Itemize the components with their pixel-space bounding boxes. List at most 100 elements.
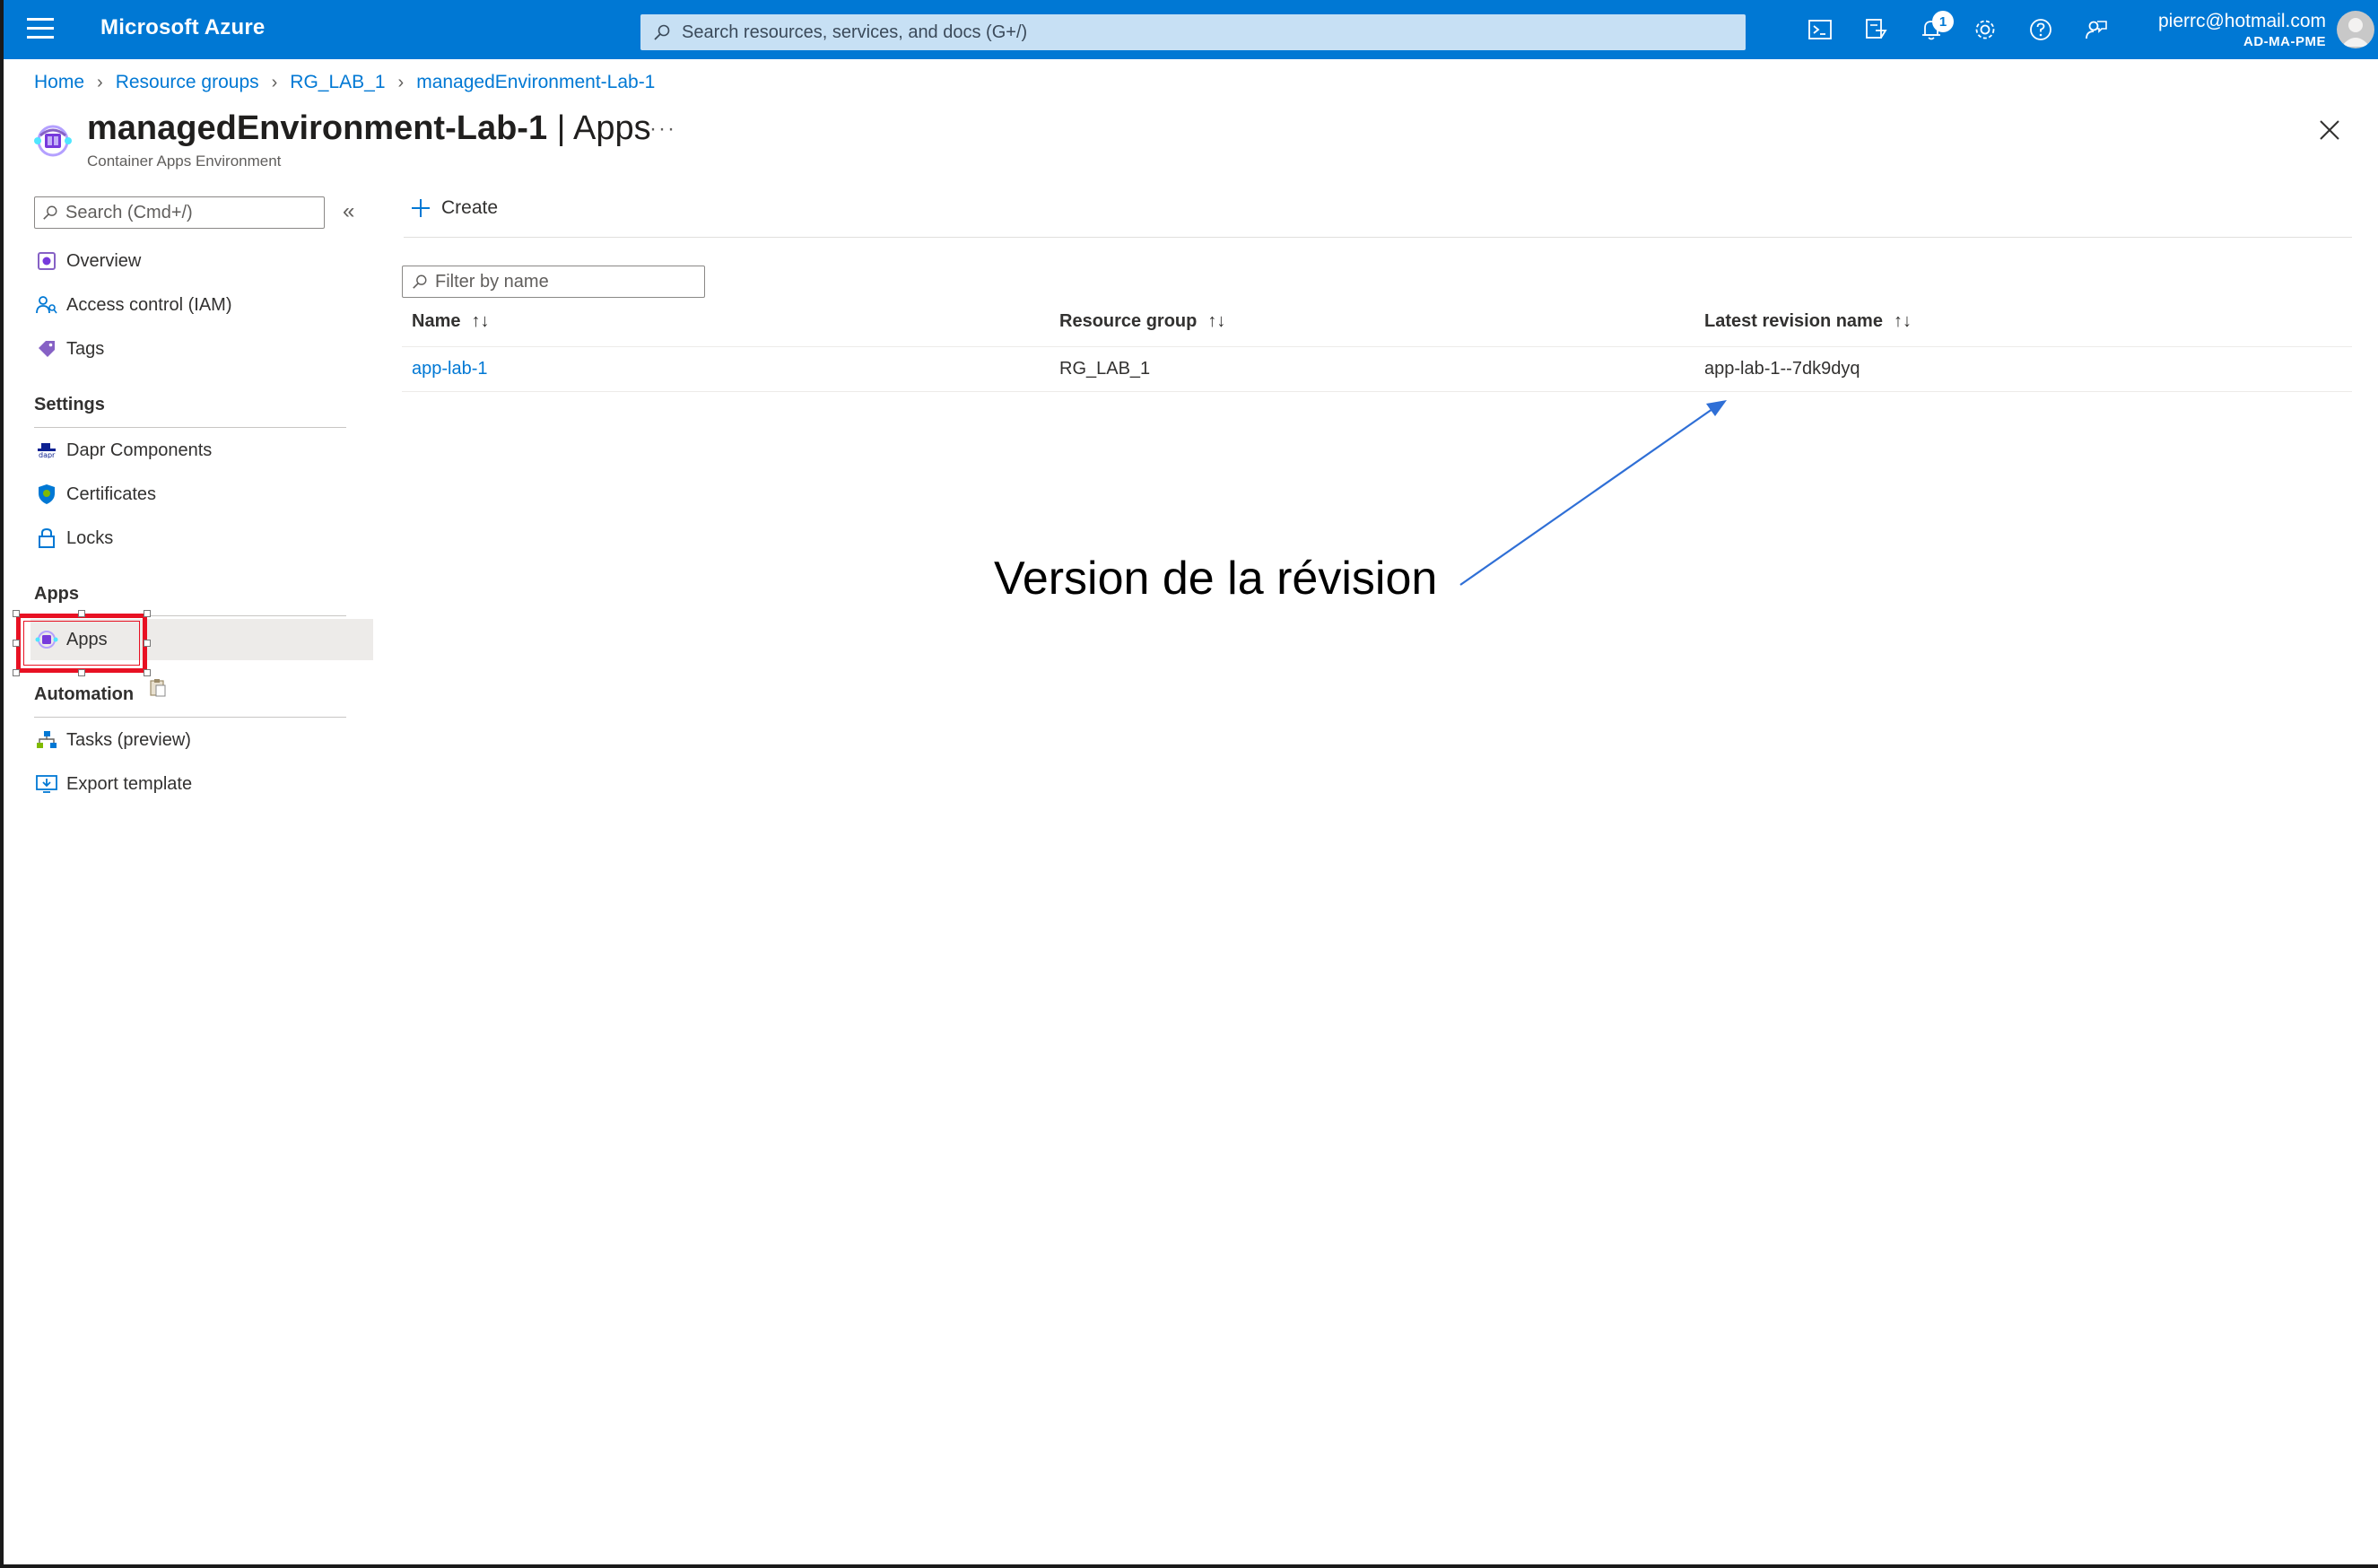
notification-badge: 1 [1932, 11, 1954, 32]
table-header-divider [402, 346, 2352, 347]
cloud-shell-icon[interactable] [1805, 14, 1835, 45]
sidebar-item-tasks[interactable]: Tasks (preview) [30, 719, 373, 761]
tasks-icon [34, 727, 59, 753]
resource-name: managedEnvironment-Lab-1 [87, 109, 548, 147]
selection-handle [144, 640, 151, 647]
nav-section-apps: Apps [34, 584, 79, 604]
tag-icon [34, 336, 59, 362]
nav-divider [34, 427, 346, 428]
more-actions-icon[interactable]: ··· [649, 117, 676, 142]
filter-by-name-input[interactable]: Filter by name [402, 266, 705, 298]
blade-name: Apps [572, 109, 651, 147]
brand-title[interactable]: Microsoft Azure [100, 15, 265, 40]
app-window: Microsoft Azure Search resources, servic… [0, 0, 2378, 1568]
column-header-label: Name [412, 311, 461, 331]
nav-divider [34, 717, 346, 718]
selection-handle [13, 610, 20, 617]
feedback-icon[interactable] [2081, 14, 2112, 45]
sidebar-item-overview[interactable]: Overview [30, 240, 373, 282]
filter-placeholder: Filter by name [435, 271, 549, 292]
sidebar-item-label: Dapr Components [66, 440, 213, 460]
sidebar-item-certificates[interactable]: Certificates [30, 474, 373, 515]
page-title: managedEnvironment-Lab-1 | Apps [87, 109, 651, 148]
global-search-placeholder: Search resources, services, and docs (G+… [682, 22, 1028, 42]
avatar[interactable] [2337, 11, 2374, 48]
sidebar-item-label: Export template [66, 773, 193, 794]
plus-icon [412, 199, 430, 217]
sidebar-item-access-control[interactable]: Access control (IAM) [30, 284, 373, 326]
sidebar-item-label: Certificates [66, 483, 157, 504]
column-header-label: Latest revision name [1704, 311, 1883, 331]
breadcrumb: Home › Resource groups › RG_LAB_1 › mana… [34, 72, 655, 93]
sidebar-item-label: Tasks (preview) [66, 729, 191, 750]
sidebar-item-export-template[interactable]: Export template [30, 763, 373, 805]
column-header-name[interactable]: Name ↑↓ [412, 311, 489, 332]
breadcrumb-home[interactable]: Home [34, 72, 84, 93]
column-header-resource-group[interactable]: Resource group ↑↓ [1059, 311, 1225, 332]
help-icon[interactable] [2025, 14, 2056, 45]
column-header-label: Resource group [1059, 311, 1198, 331]
shield-icon [34, 482, 59, 507]
menu-icon[interactable] [27, 18, 54, 41]
sidebar-item-tags[interactable]: Tags [30, 328, 373, 370]
selection-handle [13, 640, 20, 647]
sidebar-item-label: Access control (IAM) [66, 294, 232, 315]
search-icon [43, 205, 57, 220]
export-template-icon [34, 771, 59, 797]
sort-icon[interactable]: ↑↓ [1207, 311, 1225, 332]
command-bar-divider [404, 237, 2352, 238]
title-separator: | [556, 109, 566, 147]
annotation-label: Version de la révision [994, 553, 1438, 605]
account-email: pierrc@hotmail.com [2157, 11, 2326, 31]
search-icon [413, 274, 427, 289]
global-search-input[interactable]: Search resources, services, and docs (G+… [640, 14, 1746, 50]
create-button-label: Create [441, 197, 499, 218]
column-header-latest-revision[interactable]: Latest revision name ↑↓ [1704, 311, 1912, 332]
sort-icon[interactable]: ↑↓ [471, 311, 489, 332]
sidebar-item-label: Locks [66, 527, 114, 548]
selection-handle [13, 669, 20, 676]
sort-icon[interactable]: ↑↓ [1894, 311, 1912, 332]
top-bar: Microsoft Azure Search resources, servic… [4, 0, 2378, 59]
account-tenant: AD-MA-PME [2243, 34, 2326, 49]
nav-search-placeholder: Search (Cmd+/) [65, 202, 193, 222]
create-button[interactable]: Create [411, 197, 498, 219]
breadcrumb-environment[interactable]: managedEnvironment-Lab-1 [416, 72, 655, 93]
latest-revision-cell: app-lab-1--7dk9dyq [1704, 359, 1860, 379]
resource-type: Container Apps Environment [87, 152, 282, 170]
sidebar-item-dapr-components[interactable]: dapr Dapr Components [30, 430, 373, 471]
selection-handle [144, 669, 151, 676]
dapr-icon: dapr [34, 438, 59, 463]
nav-section-settings: Settings [34, 395, 105, 414]
gear-icon[interactable] [1970, 14, 2000, 45]
chevron-right-icon: › [397, 72, 405, 92]
collapse-nav-icon[interactable]: « [343, 199, 354, 224]
chevron-right-icon: › [271, 72, 278, 92]
nav-section-automation: Automation [34, 684, 135, 704]
directory-filter-icon[interactable] [1860, 14, 1891, 45]
selection-handle [78, 669, 85, 676]
container-apps-environment-icon [32, 120, 74, 161]
table-row-divider [402, 391, 2352, 392]
highlight-box [16, 614, 147, 673]
sidebar-item-locks[interactable]: Locks [30, 518, 373, 559]
selection-handle [144, 610, 151, 617]
users-icon [34, 292, 59, 318]
app-name-link[interactable]: app-lab-1 [412, 359, 488, 379]
sidebar-item-label: Tags [66, 338, 105, 359]
nav-search-input[interactable]: Search (Cmd+/) [34, 196, 325, 229]
svg-text:dapr: dapr [39, 451, 56, 458]
overview-icon [34, 248, 59, 274]
selection-handle [78, 610, 85, 617]
breadcrumb-resource-group[interactable]: RG_LAB_1 [290, 72, 385, 93]
close-icon[interactable] [2316, 117, 2343, 144]
lock-icon [34, 526, 59, 551]
bell-icon[interactable]: 1 [1916, 11, 1954, 45]
sidebar-item-label: Overview [66, 250, 142, 271]
clipboard-icon [149, 677, 167, 701]
account-menu[interactable]: pierrc@hotmail.com AD-MA-PME [2158, 11, 2326, 49]
breadcrumb-resource-groups[interactable]: Resource groups [116, 72, 259, 93]
chevron-right-icon: › [97, 72, 103, 92]
resource-group-cell: RG_LAB_1 [1059, 359, 1151, 379]
search-icon [654, 24, 670, 40]
